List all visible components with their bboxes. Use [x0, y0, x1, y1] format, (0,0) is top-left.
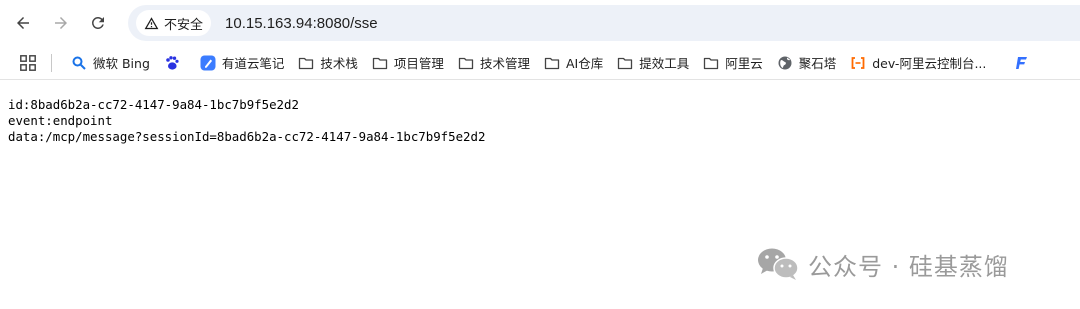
folder-icon: [544, 55, 560, 71]
bookmark-folder-ai-repo[interactable]: AI仓库: [537, 50, 610, 76]
arrow-right-icon: [55, 17, 67, 29]
bookmark-label: 项目管理: [393, 56, 444, 71]
wechat-icon: [758, 248, 799, 280]
bookmark-label: AI仓库: [565, 56, 604, 71]
bookmark-baidu[interactable]: [157, 50, 193, 76]
bookmark-folder-efficiency-tools[interactable]: 提效工具: [610, 50, 696, 76]
watermark: 公众号 · 硅基蒸馏: [756, 246, 1009, 282]
reload-icon: [91, 16, 104, 29]
bookmarks-bar: 微软 Bing 有道云笔记 技术栈 项目管理 技术管理 AI仓库 提效工具 阿里…: [0, 46, 1080, 80]
search-icon: [71, 55, 87, 71]
aliyun-icon: [850, 55, 866, 71]
sse-response-text: id:8bad6b2a-cc72-4147-9a84-1bc7b9f5e2d2 …: [8, 97, 485, 145]
bookmark-bing[interactable]: 微软 Bing: [64, 50, 157, 76]
watermark-text: 公众号 · 硅基蒸馏: [808, 252, 1009, 281]
folder-icon: [298, 55, 314, 71]
bookmark-dev-aliyun-console[interactable]: dev-阿里云控制台...: [843, 50, 993, 76]
warning-triangle-icon: [144, 16, 159, 29]
folder-icon: [458, 55, 474, 71]
bookmark-folder-aliyun[interactable]: 阿里云: [696, 50, 770, 76]
security-label: 不安全: [164, 17, 204, 33]
bookmarks-separator: [51, 53, 52, 72]
bookmark-folder-project-mgmt[interactable]: 项目管理: [365, 50, 451, 76]
bookmark-folder-tech-mgmt[interactable]: 技术管理: [451, 50, 537, 76]
sse-line-event: event:endpoint: [8, 113, 113, 128]
bookmark-label: dev-阿里云控制台...: [872, 56, 987, 71]
forward-button[interactable]: [46, 8, 76, 38]
apps-grid-icon: [20, 54, 36, 71]
sse-line-id: id:8bad6b2a-cc72-4147-9a84-1bc7b9f5e2d2: [8, 97, 299, 112]
back-button[interactable]: [8, 8, 38, 38]
globe-icon: [777, 55, 793, 71]
bookmark-label: 技术栈: [320, 56, 358, 71]
folder-icon: [703, 55, 719, 71]
reload-button[interactable]: [83, 8, 113, 38]
bookmark-youdao-note[interactable]: 有道云笔记: [193, 50, 292, 76]
url-text[interactable]: 10.15.163.94:8080/sse: [225, 15, 378, 32]
bookmark-jushita[interactable]: 聚石塔: [770, 50, 844, 76]
arrow-left-icon: [17, 17, 29, 29]
bookmark-label: 聚石塔: [798, 56, 837, 71]
bookmark-label: 提效工具: [639, 56, 690, 71]
folder-icon: [617, 55, 633, 71]
bookmark-label: 技术管理: [479, 56, 530, 71]
baidu-paw-icon: [164, 55, 180, 71]
sse-line-data: data:/mcp/message?sessionId=8bad6b2a-cc7…: [8, 129, 486, 144]
security-indicator[interactable]: 不安全: [136, 10, 212, 36]
apps-button[interactable]: [17, 52, 39, 74]
bookmark-folder-tech-stack[interactable]: 技术栈: [291, 50, 365, 76]
youdao-note-icon: [200, 55, 216, 71]
address-bar[interactable]: 不安全 10.15.163.94:8080/sse: [128, 5, 1080, 41]
bookmark-label: 有道云笔记: [221, 56, 285, 71]
browser-toolbar: 不安全 10.15.163.94:8080/sse: [0, 0, 1080, 46]
bookmark-label: 阿里云: [725, 56, 763, 71]
bookmark-label: 微软 Bing: [93, 56, 150, 71]
feishu-f-icon: [1014, 55, 1030, 71]
bookmark-feishu[interactable]: [1007, 50, 1043, 76]
folder-icon: [372, 55, 388, 71]
